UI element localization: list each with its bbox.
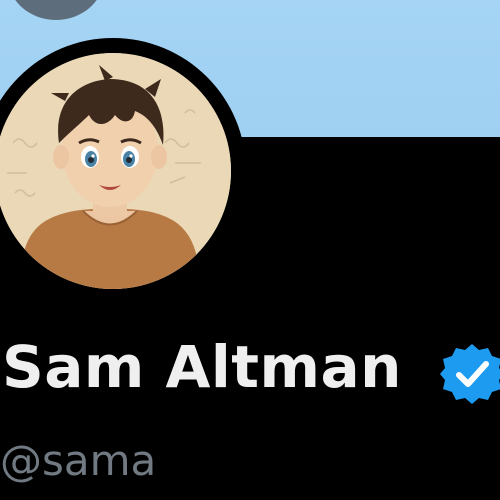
- profile-screen: Sam Altman @sama: [0, 0, 500, 500]
- avatar[interactable]: [0, 53, 231, 289]
- verified-badge-icon[interactable]: [440, 342, 500, 406]
- profile-display-name: Sam Altman: [2, 333, 402, 401]
- avatar-portrait-icon: [0, 53, 231, 289]
- profile-handle: @sama: [0, 436, 157, 485]
